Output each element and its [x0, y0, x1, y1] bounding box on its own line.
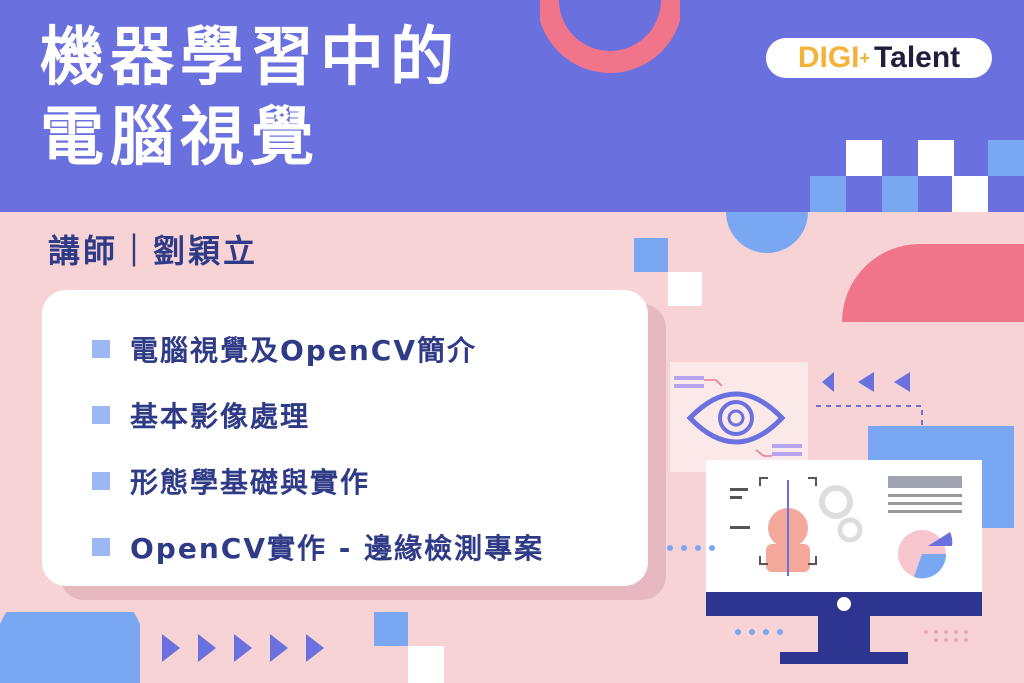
square-decoration — [668, 272, 702, 306]
logo-digi: DIGI — [797, 41, 860, 74]
topic-item: OpenCV實作 - 邊緣檢測專案 — [92, 514, 544, 580]
pink-shape-decoration — [842, 244, 1024, 322]
blue-semicircle-decoration — [726, 212, 808, 253]
topic-text: OpenCV實作 - 邊緣檢測專案 — [130, 532, 545, 565]
bullet-square-icon — [92, 340, 110, 358]
title-line-2: 電腦視覺 — [40, 101, 320, 175]
topic-item: 電腦視覺及OpenCV簡介 — [92, 316, 544, 382]
topic-text: 基本影像處理 — [130, 400, 311, 433]
logo-plus: + — [859, 47, 871, 68]
topic-text: 形態學基礎與實作 — [130, 466, 371, 499]
digi-talent-logo: DIGI + Talent — [766, 38, 992, 78]
bullet-square-icon — [92, 472, 110, 490]
forward-arrows-icon — [162, 634, 324, 662]
logo-talent: Talent — [874, 41, 961, 74]
topic-item: 基本影像處理 — [92, 382, 544, 448]
speaker-label: 講師｜劉穎立 — [48, 232, 259, 270]
topic-item: 形態學基礎與實作 — [92, 448, 544, 514]
square-decoration — [408, 646, 444, 683]
square-decoration — [374, 612, 408, 646]
square-decoration — [634, 238, 668, 272]
bullet-square-icon — [92, 538, 110, 556]
pink-ring-decoration — [540, 0, 680, 73]
bullet-square-icon — [92, 406, 110, 424]
topic-list: 電腦視覺及OpenCV簡介 基本影像處理 形態學基礎與實作 OpenCV實作 -… — [92, 316, 544, 580]
title-line-1: 機器學習中的 — [40, 21, 460, 95]
computer-vision-illustration — [667, 362, 1014, 664]
page-title: 機器學習中的 電腦視覺 — [40, 18, 460, 178]
topic-text: 電腦視覺及OpenCV簡介 — [130, 334, 477, 367]
blue-circle-decoration — [0, 612, 140, 683]
